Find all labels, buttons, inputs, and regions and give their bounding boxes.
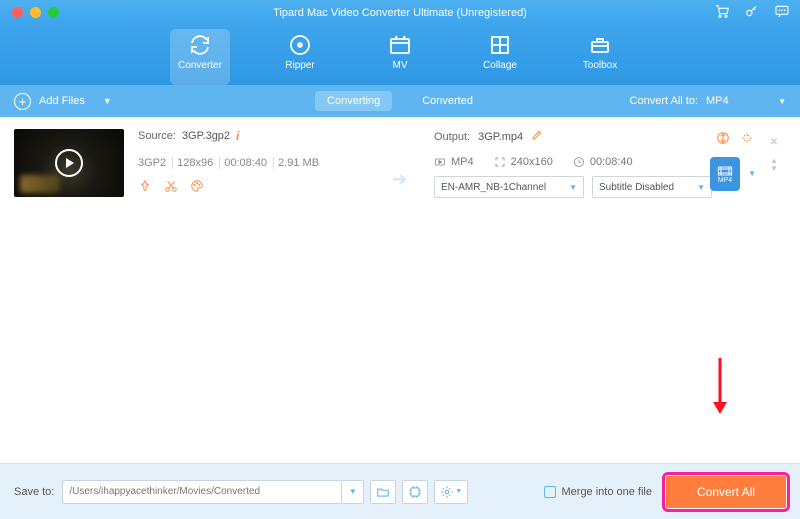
collage-icon [488,33,512,57]
chevron-down-icon: ▼ [778,97,786,106]
save-to-label: Save to: [14,486,54,498]
file-list: Source: 3GP.3gp2 i 3GP2 128x96 00:08:40 … [0,117,800,431]
source-label: Source: [138,130,176,142]
save-path-dropdown[interactable]: ▼ [342,480,364,504]
source-codec: 3GP2 [138,157,173,169]
cart-icon[interactable] [714,3,730,22]
info-icon[interactable]: i [236,129,239,143]
output-format: MP4 [451,156,474,168]
source-size: 2.91 MB [278,157,325,169]
cut-icon[interactable] [164,179,178,196]
merge-checkbox[interactable]: Merge into one file [544,486,653,498]
add-files-label: Add Files [39,95,85,107]
edit-icon[interactable] [531,129,543,144]
subtitle-select[interactable]: Subtitle Disabled ▼ [592,176,712,198]
ripper-icon [288,33,312,57]
tab-mv[interactable]: MV [370,29,430,85]
convert-all-button[interactable]: Convert All [666,476,786,508]
pin-icon[interactable] [138,179,152,196]
chevron-down-icon[interactable]: ▼ [748,169,756,178]
open-folder-button[interactable] [370,480,396,504]
output-label: Output: [434,131,470,143]
tab-ripper-label: Ripper [285,60,314,71]
output-format-value: MP4 [706,95,729,107]
footer: Save to: /Users/ihappyacethinker/Movies/… [0,463,800,519]
add-files-button[interactable]: + Add Files ▼ [0,93,112,110]
source-duration: 00:08:40 [224,157,274,169]
zoom-window-button[interactable] [48,7,59,18]
resolution-icon [494,156,506,168]
subtitle-value: Subtitle Disabled [599,182,674,193]
tab-converter-label: Converter [178,60,222,71]
close-window-button[interactable] [12,7,23,18]
chevron-down-icon: ▼ [697,183,705,192]
output-filename: 3GP.mp4 [478,131,523,143]
feedback-icon[interactable] [774,3,790,22]
merge-label: Merge into one file [562,486,653,498]
video-thumbnail[interactable] [14,129,124,197]
convert-all-to-label: Convert All to: [630,95,698,107]
remove-item-button[interactable]: × [770,133,778,149]
source-meta: 3GP2 128x96 00:08:40 2.91 MB [138,157,368,169]
settings-button[interactable]: ▼ [434,480,468,504]
gpu-accel-button[interactable] [402,480,428,504]
audio-track-select[interactable]: EN-AMR_NB-1Channel ▼ [434,176,584,198]
minimize-window-button[interactable] [30,7,41,18]
move-down-icon[interactable]: ▼ [770,165,778,173]
tab-converter[interactable]: Converter [170,29,230,85]
mv-icon [388,33,412,57]
tab-converted[interactable]: Converted [410,91,485,111]
list-item: Source: 3GP.3gp2 i 3GP2 128x96 00:08:40 … [14,129,786,197]
chevron-down-icon: ▼ [455,488,462,495]
annotation-arrow [710,356,730,421]
output-resolution: 240x160 [511,156,553,168]
chevron-down-icon[interactable]: ▼ [103,96,112,106]
film-icon [717,165,733,177]
converter-icon [188,33,212,57]
tab-collage-label: Collage [483,60,517,71]
toolbox-icon [588,33,612,57]
palette-icon[interactable] [190,179,204,196]
window-controls [0,7,59,18]
format-badge-label: MP4 [718,177,732,184]
tab-mv-label: MV [393,60,408,71]
tab-toolbox-label: Toolbox [583,60,617,71]
titlebar: Tipard Mac Video Converter Ultimate (Unr… [0,0,800,25]
clock-icon [573,156,585,168]
key-icon[interactable] [744,3,760,22]
window-title: Tipard Mac Video Converter Ultimate (Unr… [273,7,527,19]
output-duration: 00:08:40 [590,156,633,168]
checkbox-icon [544,486,556,498]
source-resolution: 128x96 [177,157,220,169]
tab-converting[interactable]: Converting [315,91,392,111]
source-filename: 3GP.3gp2 [182,130,230,142]
main-tabs: Converter Ripper MV Collage Toolbox [0,25,800,85]
arrow-right-icon: ➔ [392,169,407,190]
output-format-select[interactable]: MP4 ▼ [706,95,786,107]
audio-track-value: EN-AMR_NB-1Channel [441,182,546,193]
play-icon[interactable] [55,149,83,177]
plus-icon: + [14,93,31,110]
tab-collage[interactable]: Collage [470,29,530,85]
toolbar: + Add Files ▼ Converting Converted Conve… [0,85,800,117]
tab-toolbox[interactable]: Toolbox [570,29,630,85]
chevron-down-icon: ▼ [569,183,577,192]
video-icon [434,156,446,168]
format-badge-button[interactable]: MP4 [710,157,740,191]
save-path-input[interactable]: /Users/ihappyacethinker/Movies/Converted [62,480,342,504]
compress-icon[interactable] [716,131,730,148]
enhance-icon[interactable] [740,131,754,148]
tab-ripper[interactable]: Ripper [270,29,330,85]
save-path-value: /Users/ihappyacethinker/Movies/Converted [69,486,260,497]
